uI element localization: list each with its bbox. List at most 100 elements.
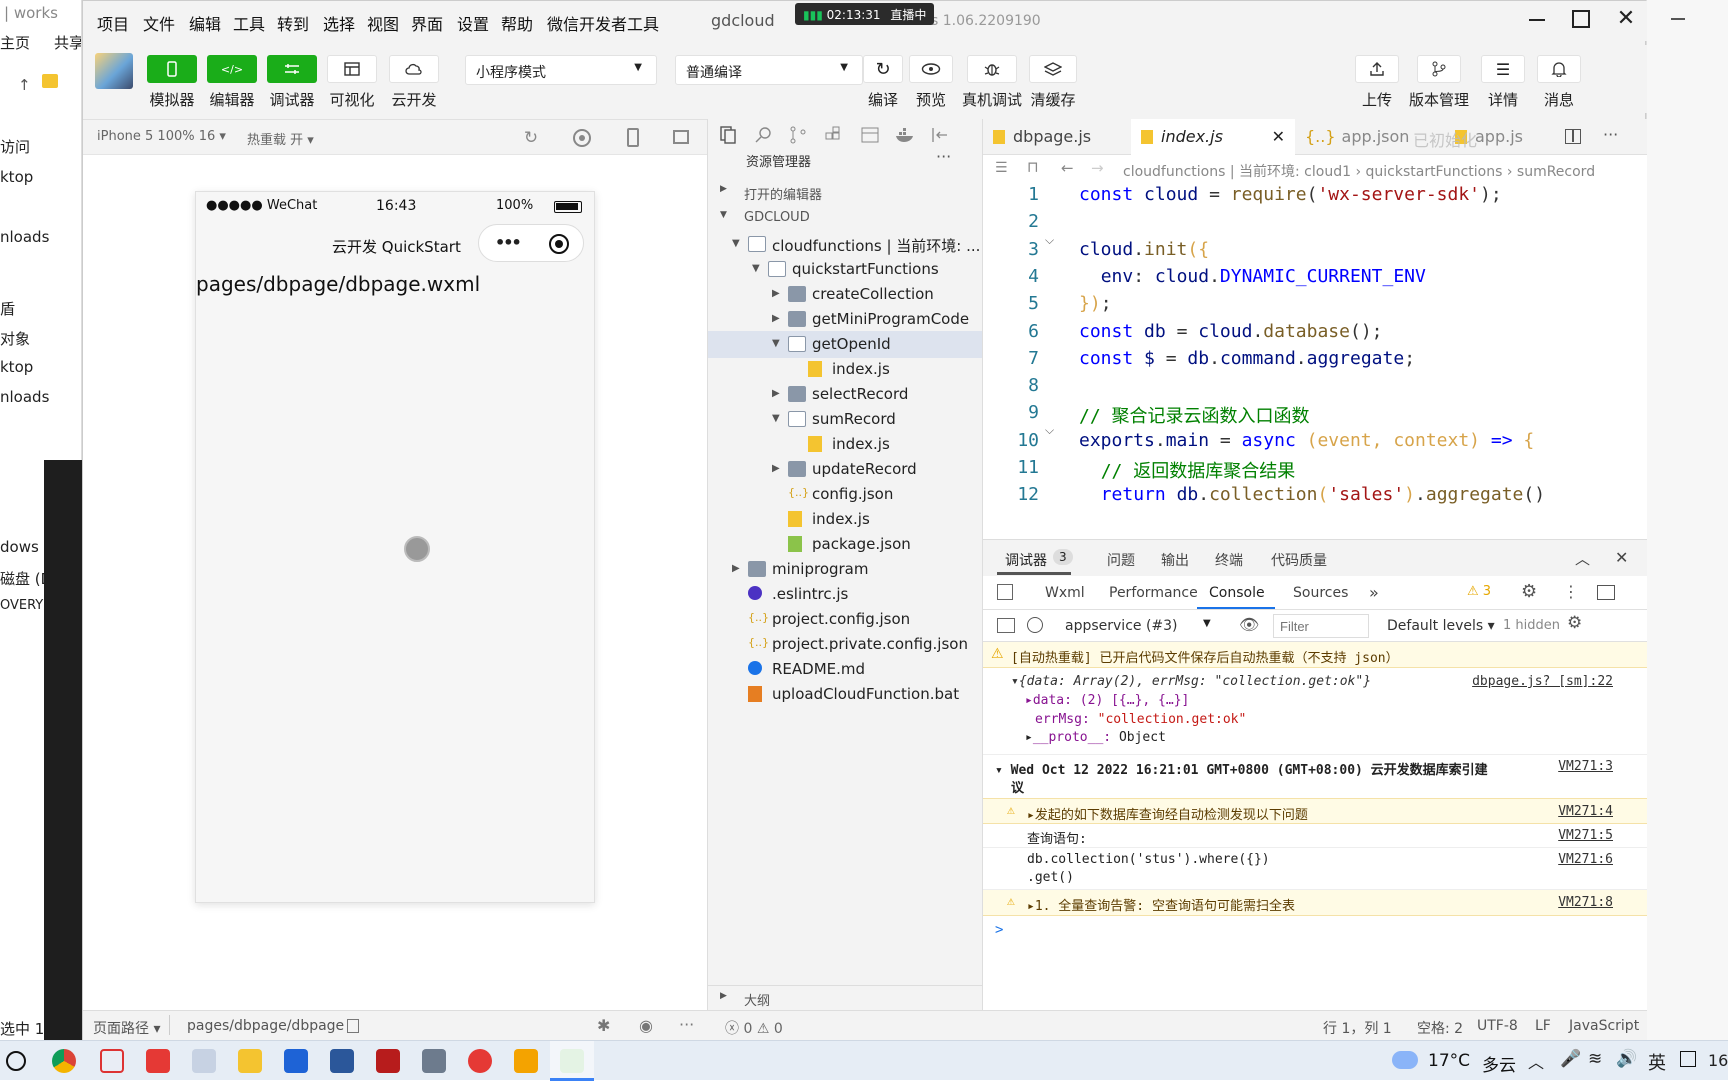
chevron-right-icon[interactable]: ▶	[772, 388, 780, 399]
tree-item[interactable]: ▼ getOpenId	[708, 331, 982, 358]
source-link[interactable]: VM271:8	[1558, 895, 1613, 910]
extensions-icon[interactable]	[824, 125, 846, 147]
storage-icon[interactable]	[860, 125, 882, 147]
menu-interface[interactable]: 界面	[411, 11, 443, 35]
avatar[interactable]	[95, 53, 133, 89]
detach-window-icon[interactable]	[673, 130, 689, 144]
tab-code-quality[interactable]: 代码质量	[1271, 550, 1327, 570]
code-line[interactable]: 9 // 聚合记录云函数入口函数	[983, 401, 1647, 431]
code-line[interactable]: 6 const db = cloud.database();	[983, 320, 1647, 350]
microphone-icon[interactable]: 🎤	[1560, 1049, 1581, 1069]
panel-performance[interactable]: Performance	[1109, 585, 1198, 601]
messages-button[interactable]	[1537, 55, 1581, 83]
code-line[interactable]: 4 env: cloud.DYNAMIC_CURRENT_ENV	[983, 265, 1647, 295]
app-icon[interactable]	[192, 1049, 216, 1073]
file-explorer-icon[interactable]	[238, 1049, 262, 1073]
tree-item[interactable]: .eslintrc.js	[708, 581, 982, 608]
menu-edit[interactable]: 编辑	[189, 11, 221, 35]
code-line[interactable]: 8	[983, 374, 1647, 404]
tree-item[interactable]: package.json	[708, 531, 982, 558]
tree-item[interactable]: index.js	[708, 356, 982, 383]
compile-button[interactable]: ↻	[863, 55, 903, 83]
source-link[interactable]: VM271:3	[1558, 759, 1613, 774]
filter-input[interactable]	[1273, 614, 1369, 638]
files-icon[interactable]	[718, 125, 740, 147]
menu-wechat-devtools[interactable]: 微信开发者工具	[547, 11, 659, 35]
menu-help[interactable]: 帮助	[501, 11, 533, 35]
outline-section[interactable]: ▶ 大纲	[708, 985, 982, 1009]
chevron-down-icon[interactable]: ▼	[772, 338, 780, 349]
bug-icon[interactable]: ✱	[597, 1016, 610, 1035]
maximize-icon[interactable]	[1572, 10, 1590, 28]
bg-nav-item[interactable]: ktop	[0, 168, 33, 186]
tree-item[interactable]: ▼ sumRecord	[708, 406, 982, 433]
inspect-element-icon[interactable]	[997, 584, 1013, 600]
word-icon[interactable]	[330, 1049, 354, 1073]
wifi-icon[interactable]: ≋	[1588, 1049, 1602, 1069]
panel-wxml[interactable]: Wxml	[1045, 585, 1085, 601]
breadcrumb[interactable]: cloudfunctions | 当前环境: cloud1 › quicksta…	[1123, 161, 1595, 181]
back-arrow-icon[interactable]: ←	[1061, 159, 1074, 177]
more-icon[interactable]: ···	[936, 147, 951, 166]
tree-item[interactable]: uploadCloudFunction.bat	[708, 681, 982, 708]
panel-sources[interactable]: Sources	[1293, 585, 1348, 601]
menu-project[interactable]: 项目	[97, 11, 129, 35]
list-icon[interactable]: ☰	[995, 160, 1008, 176]
menu-view[interactable]: 视图	[367, 11, 399, 35]
tree-item[interactable]: README.md	[708, 656, 982, 683]
forward-arrow-icon[interactable]: →	[1091, 159, 1104, 177]
more-icon[interactable]: ···	[679, 1015, 694, 1034]
tree-item[interactable]: {..} config.json	[708, 481, 982, 508]
tree-item[interactable]: ▼ cloudfunctions | 当前环境: ...	[708, 231, 982, 258]
search-icon[interactable]	[6, 1051, 26, 1071]
bg-tab-home[interactable]: 主页	[0, 32, 30, 53]
ime-icon[interactable]	[1680, 1051, 1696, 1067]
input-method[interactable]: 英	[1648, 1049, 1666, 1075]
copy-icon[interactable]	[347, 1019, 359, 1033]
more-dots-icon[interactable]: •••	[495, 233, 522, 252]
bg-nav-item[interactable]: 对象	[0, 328, 30, 349]
split-editor-icon[interactable]	[1565, 129, 1581, 144]
tab-debugger[interactable]: 调试器	[1005, 550, 1047, 570]
tab-problems[interactable]: 问题	[1107, 550, 1135, 570]
phone-icon[interactable]	[627, 128, 639, 147]
chevron-down-icon[interactable]: ▼	[732, 238, 740, 249]
version-manage-button[interactable]	[1417, 55, 1461, 83]
app-icon[interactable]	[514, 1049, 538, 1073]
tree-item[interactable]: ▶ createCollection	[708, 281, 982, 308]
tree-item[interactable]: ▶ selectRecord	[708, 381, 982, 408]
clear-console-icon[interactable]	[1027, 617, 1043, 633]
upload-button[interactable]	[1355, 55, 1399, 83]
collapse-up-icon[interactable]: ︿	[1575, 548, 1590, 569]
bg-nav-item[interactable]: 访问	[0, 136, 30, 157]
problems-indicator[interactable]: ⓧ 0 ⚠ 0	[725, 1018, 783, 1038]
volume-icon[interactable]: 🔊	[1616, 1049, 1637, 1069]
page-path-select[interactable]: 页面路径 ▾	[93, 1018, 160, 1038]
tab-output[interactable]: 输出	[1161, 550, 1189, 570]
bg-nav-item[interactable]: nloads	[0, 228, 49, 246]
minimize-icon[interactable]	[1671, 18, 1685, 20]
dock-icon[interactable]	[1597, 585, 1615, 600]
visual-button[interactable]	[327, 55, 377, 83]
close-panel-icon[interactable]: ✕	[1615, 548, 1628, 567]
chevron-down-icon[interactable]: ▼	[752, 263, 760, 274]
up-arrow-icon[interactable]: ↑	[18, 76, 31, 94]
bg-nav-item[interactable]: dows (	[0, 538, 49, 556]
tab-terminal[interactable]: 终端	[1215, 550, 1243, 570]
tree-item[interactable]: ▶ updateRecord	[708, 456, 982, 483]
console-message[interactable]: ▾ Wed Oct 12 2022 16:21:01 GMT+0800 (GMT…	[995, 759, 1488, 778]
app-icon[interactable]	[376, 1049, 400, 1073]
sidebar-toggle-icon[interactable]	[997, 618, 1015, 633]
bg-tab-share[interactable]: 共享	[54, 32, 81, 53]
tab-dbpage-js[interactable]: dbpage.js	[983, 119, 1131, 155]
more-icon[interactable]: ···	[1603, 125, 1618, 144]
encoding[interactable]: UTF-8	[1477, 1018, 1518, 1034]
code-line[interactable]: 7 const $ = db.command.aggregate;	[983, 347, 1647, 377]
tree-item[interactable]: {..} project.private.config.json	[708, 631, 982, 658]
chevron-right-icon[interactable]: ▶	[772, 288, 780, 299]
eye-icon[interactable]: 👁	[1239, 615, 1259, 634]
fold-chevron-icon[interactable]: ⌵	[1045, 423, 1054, 438]
search-icon[interactable]	[754, 125, 776, 147]
clock[interactable]: 16	[1708, 1051, 1728, 1070]
cloud-dev-button[interactable]	[389, 55, 439, 83]
